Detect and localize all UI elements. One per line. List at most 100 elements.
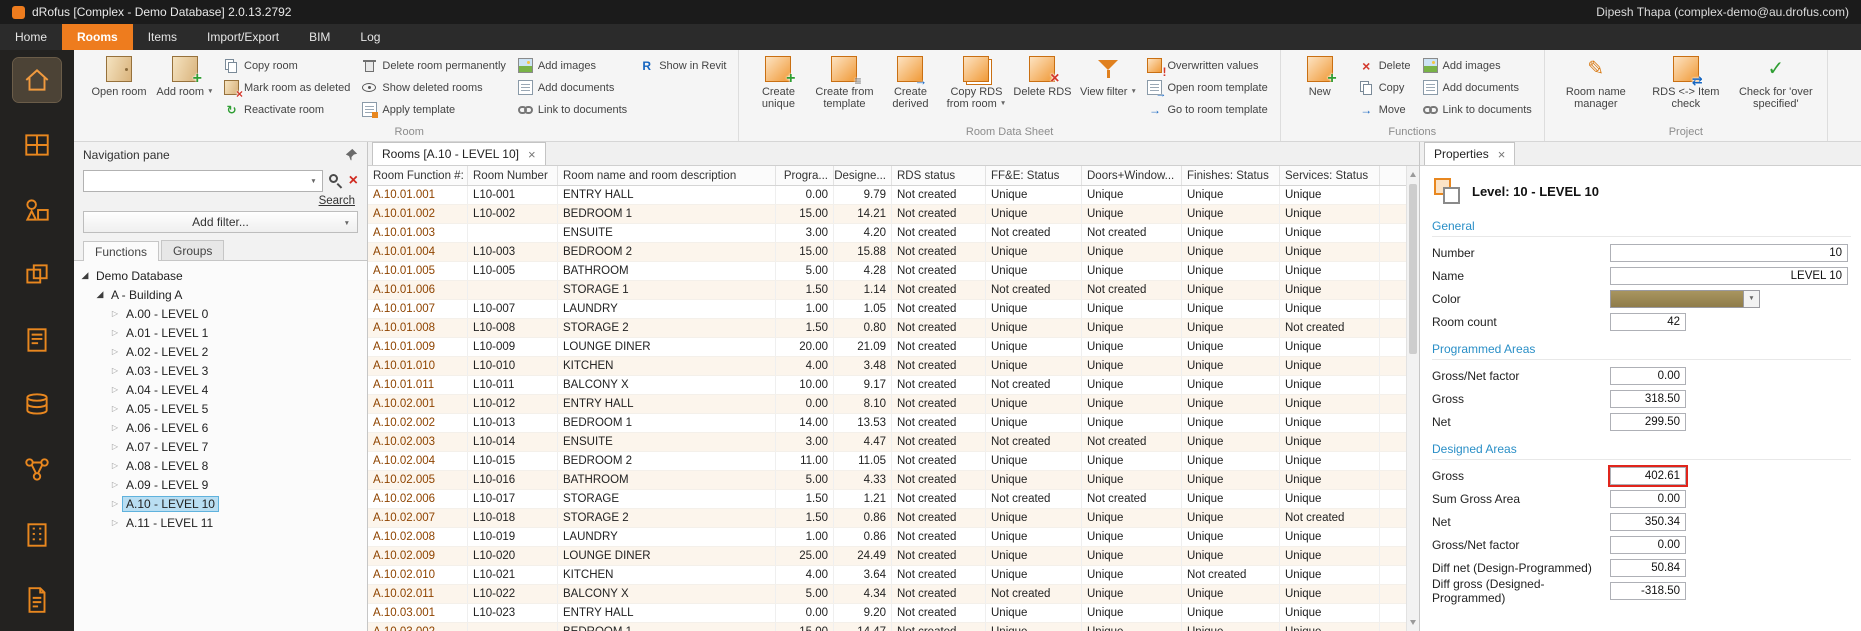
- add-documents-button[interactable]: Add documents: [1419, 78, 1536, 97]
- nav-tab-functions[interactable]: Functions: [83, 241, 159, 261]
- add-documents-button[interactable]: Add documents: [514, 78, 631, 97]
- open-room-button[interactable]: Open room: [88, 52, 150, 120]
- tree-item-a-04-level-4[interactable]: ▷A.04 - LEVEL 4: [74, 380, 367, 399]
- table-row[interactable]: A.10.02.010L10-021KITCHEN4.003.64Not cre…: [368, 566, 1419, 585]
- menu-tab-items[interactable]: Items: [133, 24, 192, 50]
- tree-item-a-06-level-6[interactable]: ▷A.06 - LEVEL 6: [74, 418, 367, 437]
- chevron-down-icon[interactable]: ▼: [310, 178, 316, 185]
- property-field-room-count[interactable]: 42: [1610, 313, 1686, 331]
- table-row[interactable]: A.10.02.008L10-019LAUNDRY1.000.86Not cre…: [368, 528, 1419, 547]
- show-in-revit-button[interactable]: Show in Revit: [635, 56, 730, 75]
- nav-tab-groups[interactable]: Groups: [161, 240, 224, 260]
- table-row[interactable]: A.10.02.002L10-013BEDROOM 114.0013.53Not…: [368, 414, 1419, 433]
- expander-collapsed-icon[interactable]: ▷: [108, 442, 122, 451]
- tree-item-a-09-level-9[interactable]: ▷A.09 - LEVEL 9: [74, 475, 367, 494]
- expander-collapsed-icon[interactable]: ▷: [108, 347, 122, 356]
- column-header-room-function[interactable]: Room Function #:: [368, 166, 468, 185]
- clear-search-icon[interactable]: ×: [349, 173, 358, 189]
- table-row[interactable]: A.10.02.003L10-014ENSUITE3.004.47Not cre…: [368, 433, 1419, 452]
- table-row[interactable]: A.10.02.009L10-020LOUNGE DINER25.0024.49…: [368, 547, 1419, 566]
- rds-item-check-button[interactable]: RDS <-> Item check: [1643, 52, 1729, 120]
- expander-collapsed-icon[interactable]: ▷: [108, 461, 122, 470]
- create-from-template-button[interactable]: Create from template: [813, 52, 875, 120]
- property-field-gross-net-factor[interactable]: 0.00: [1610, 367, 1686, 385]
- table-row[interactable]: A.10.03.002BEDROOM 115.0014.47Not create…: [368, 623, 1419, 631]
- reactivate-room-button[interactable]: Reactivate room: [220, 100, 354, 119]
- move-button[interactable]: Move: [1355, 100, 1415, 119]
- table-row[interactable]: A.10.01.007L10-007LAUNDRY1.001.05Not cre…: [368, 300, 1419, 319]
- column-header-finishes-status[interactable]: Finishes: Status: [1182, 166, 1280, 185]
- check-for-over-specified-button[interactable]: Check for 'over specified': [1733, 52, 1819, 120]
- properties-tab[interactable]: Properties ×: [1424, 142, 1515, 165]
- table-scrollbar[interactable]: [1406, 166, 1419, 631]
- property-field-net[interactable]: 299.50: [1610, 413, 1686, 431]
- expander-collapsed-icon[interactable]: ▷: [108, 480, 122, 489]
- table-row[interactable]: A.10.01.009L10-009LOUNGE DINER20.0021.09…: [368, 338, 1419, 357]
- sidebar-icon-data-sheets[interactable]: [13, 318, 61, 362]
- nav-search-input[interactable]: [89, 173, 310, 189]
- create-unique-button[interactable]: Create unique: [747, 52, 809, 120]
- sidebar-icon-items[interactable]: [13, 188, 61, 232]
- table-row[interactable]: A.10.02.006L10-017STORAGE1.501.21Not cre…: [368, 490, 1419, 509]
- column-header-progra[interactable]: Progra...: [776, 166, 834, 185]
- column-header-doors-window[interactable]: Doors+Window...: [1082, 166, 1182, 185]
- table-row[interactable]: A.10.01.001L10-001ENTRY HALL0.009.79Not …: [368, 186, 1419, 205]
- column-header-room-name-and-room-description[interactable]: Room name and room description: [558, 166, 776, 185]
- column-header-ff-e-status[interactable]: FF&E: Status: [986, 166, 1082, 185]
- menu-tab-bim[interactable]: BIM: [294, 24, 345, 50]
- property-field-number[interactable]: 10: [1610, 244, 1848, 262]
- property-field-gross-net-factor[interactable]: 0.00: [1610, 536, 1686, 554]
- add-images-button[interactable]: Add images: [1419, 56, 1536, 75]
- sidebar-icon-reports[interactable]: [13, 578, 61, 622]
- tree-item-demo-database[interactable]: ◢Demo Database: [74, 266, 367, 285]
- column-header-services-status[interactable]: Services: Status: [1280, 166, 1380, 185]
- column-header-room-number[interactable]: Room Number: [468, 166, 558, 185]
- copy-button[interactable]: Copy: [1355, 78, 1415, 97]
- property-field-sum-gross-area[interactable]: 0.00: [1610, 490, 1686, 508]
- table-row[interactable]: A.10.03.001L10-023ENTRY HALL0.009.20Not …: [368, 604, 1419, 623]
- tree-item-a-00-level-0[interactable]: ▷A.00 - LEVEL 0: [74, 304, 367, 323]
- copy-room-button[interactable]: Copy room: [220, 56, 354, 75]
- table-row[interactable]: A.10.01.008L10-008STORAGE 21.500.80Not c…: [368, 319, 1419, 338]
- property-field-diff-gross-designed-programmed[interactable]: -318.50: [1610, 582, 1686, 600]
- menu-tab-import-export[interactable]: Import/Export: [192, 24, 294, 50]
- property-field-gross[interactable]: 402.61: [1610, 467, 1686, 485]
- mark-room-as-deleted-button[interactable]: Mark room as deleted: [220, 78, 354, 97]
- table-row[interactable]: A.10.02.001L10-012ENTRY HALL0.008.10Not …: [368, 395, 1419, 414]
- table-row[interactable]: A.10.02.007L10-018STORAGE 21.500.86Not c…: [368, 509, 1419, 528]
- show-deleted-rooms-button[interactable]: Show deleted rooms: [358, 78, 510, 97]
- table-row[interactable]: A.10.01.011L10-011BALCONY X10.009.17Not …: [368, 376, 1419, 395]
- add-filter-button[interactable]: Add filter... ▼: [83, 211, 358, 233]
- add-images-button[interactable]: Add images: [514, 56, 631, 75]
- tree-item-a-08-level-8[interactable]: ▷A.08 - LEVEL 8: [74, 456, 367, 475]
- tree-item-a-07-level-7[interactable]: ▷A.07 - LEVEL 7: [74, 437, 367, 456]
- overwritten-values-button[interactable]: Overwritten values: [1143, 56, 1271, 75]
- tree-item-a-10-level-10[interactable]: ▷A.10 - LEVEL 10: [74, 494, 367, 513]
- table-row[interactable]: A.10.01.003ENSUITE3.004.20Not createdNot…: [368, 224, 1419, 243]
- link-to-documents-button[interactable]: Link to documents: [514, 100, 631, 119]
- tree-item-a-01-level-1[interactable]: ▷A.01 - LEVEL 1: [74, 323, 367, 342]
- close-icon[interactable]: ×: [528, 148, 536, 161]
- sidebar-icon-building[interactable]: [13, 513, 61, 557]
- link-to-documents-button[interactable]: Link to documents: [1419, 100, 1536, 119]
- column-header-designe[interactable]: Designe...: [834, 166, 892, 185]
- table-row[interactable]: A.10.02.005L10-016BATHROOM5.004.33Not cr…: [368, 471, 1419, 490]
- menu-tab-log[interactable]: Log: [345, 24, 395, 50]
- tree-item-a-05-level-5[interactable]: ▷A.05 - LEVEL 5: [74, 399, 367, 418]
- delete-room-permanently-button[interactable]: Delete room permanently: [358, 56, 510, 75]
- table-row[interactable]: A.10.01.010L10-010KITCHEN4.003.48Not cre…: [368, 357, 1419, 376]
- search-link[interactable]: Search: [319, 195, 355, 207]
- pin-icon[interactable]: [345, 148, 358, 161]
- menu-tab-home[interactable]: Home: [0, 24, 62, 50]
- search-icon[interactable]: [328, 173, 344, 189]
- sidebar-icon-home[interactable]: [13, 58, 61, 102]
- new-button[interactable]: New: [1289, 52, 1351, 120]
- create-derived-button[interactable]: Create derived: [879, 52, 941, 120]
- expander-collapsed-icon[interactable]: ▷: [108, 404, 122, 413]
- scrollbar-thumb[interactable]: [1409, 184, 1417, 354]
- property-field-diff-net-design-programmed[interactable]: 50.84: [1610, 559, 1686, 577]
- table-row[interactable]: A.10.01.004L10-003BEDROOM 215.0015.88Not…: [368, 243, 1419, 262]
- open-room-template-button[interactable]: Open room template: [1143, 78, 1271, 97]
- apply-template-button[interactable]: Apply template: [358, 100, 510, 119]
- tree-item-a-03-level-3[interactable]: ▷A.03 - LEVEL 3: [74, 361, 367, 380]
